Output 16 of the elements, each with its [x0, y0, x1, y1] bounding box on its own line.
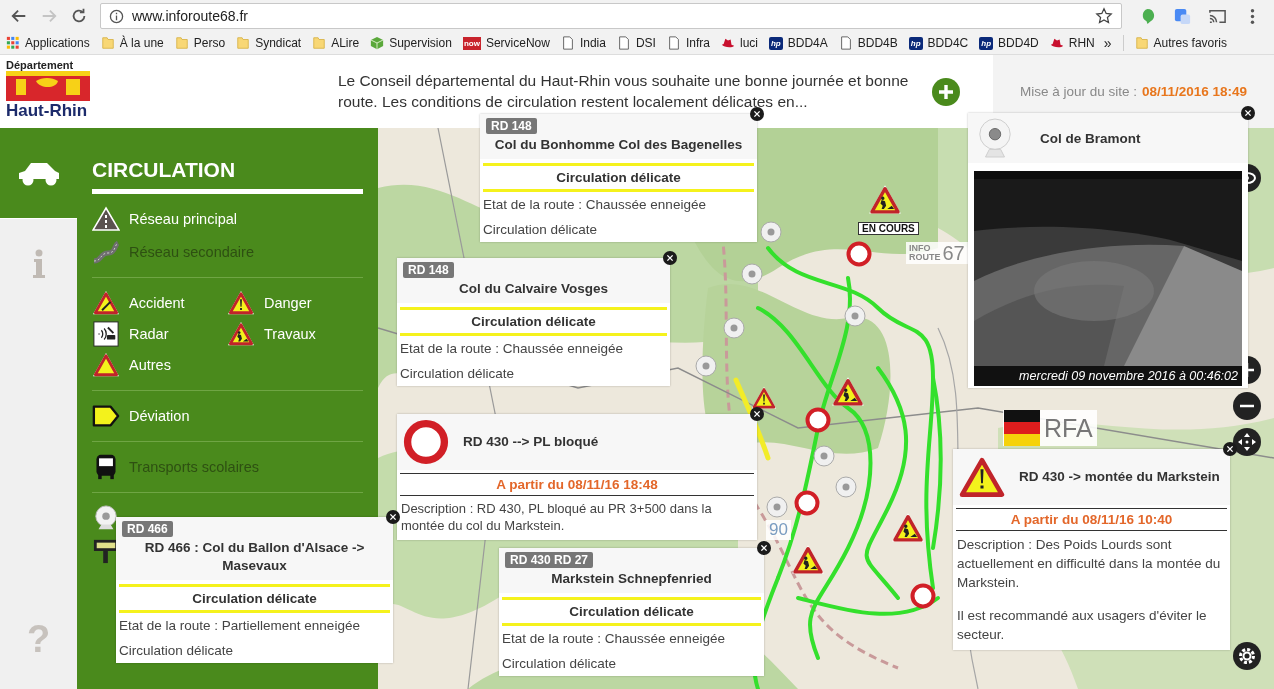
panel-title: CIRCULATION: [92, 158, 363, 194]
hp-logo-icon: hp: [908, 36, 923, 50]
traffic-status: Circulation délicate: [119, 584, 390, 613]
welcome-message: Le Conseil départemental du Haut-Rhin vous souhaite une bonne journée et bonne route. Les conditions de circulation restent localement délicates en...: [338, 71, 910, 112]
update-label: Mise à jour du site :: [1019, 84, 1137, 99]
hp-logo-icon: hp: [979, 36, 994, 50]
logo-text: Département: [6, 59, 75, 71]
service-logo-icon: now: [462, 36, 481, 50]
url-text: www.inforoute68.fr: [132, 8, 249, 24]
logo-text: Haut-Rhin: [6, 101, 89, 121]
update-time: 08/11/2016 18:49: [1141, 84, 1248, 99]
popup-text: Circulation délicate: [119, 642, 235, 659]
popup-title: RD 466 : Col du Ballon d'Alsace -> Masevaux: [143, 539, 366, 575]
road-number-badge: RD 466: [122, 521, 173, 537]
popup-text: Etat de la route : Partiellement enneigée: [119, 617, 361, 634]
hp-logo-icon: hp: [769, 36, 783, 50]
